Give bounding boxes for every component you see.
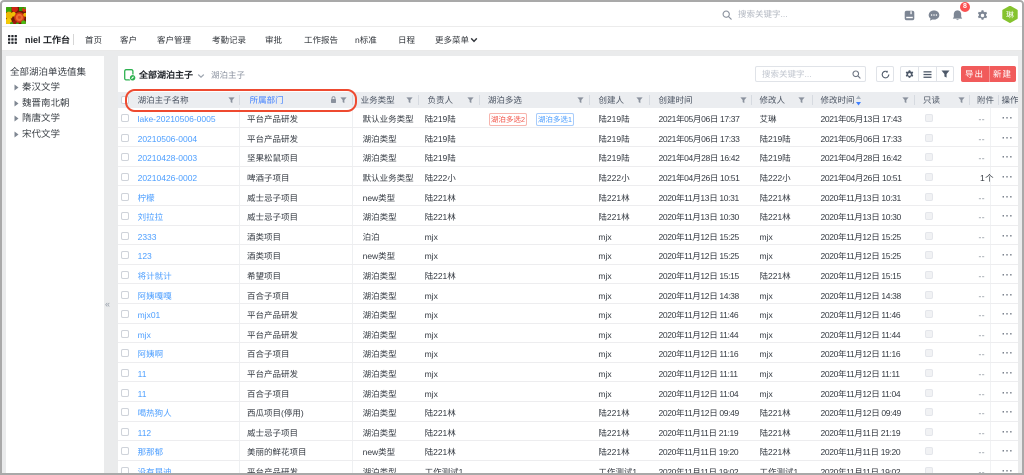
- svg-text:琳: 琳: [1006, 10, 1014, 19]
